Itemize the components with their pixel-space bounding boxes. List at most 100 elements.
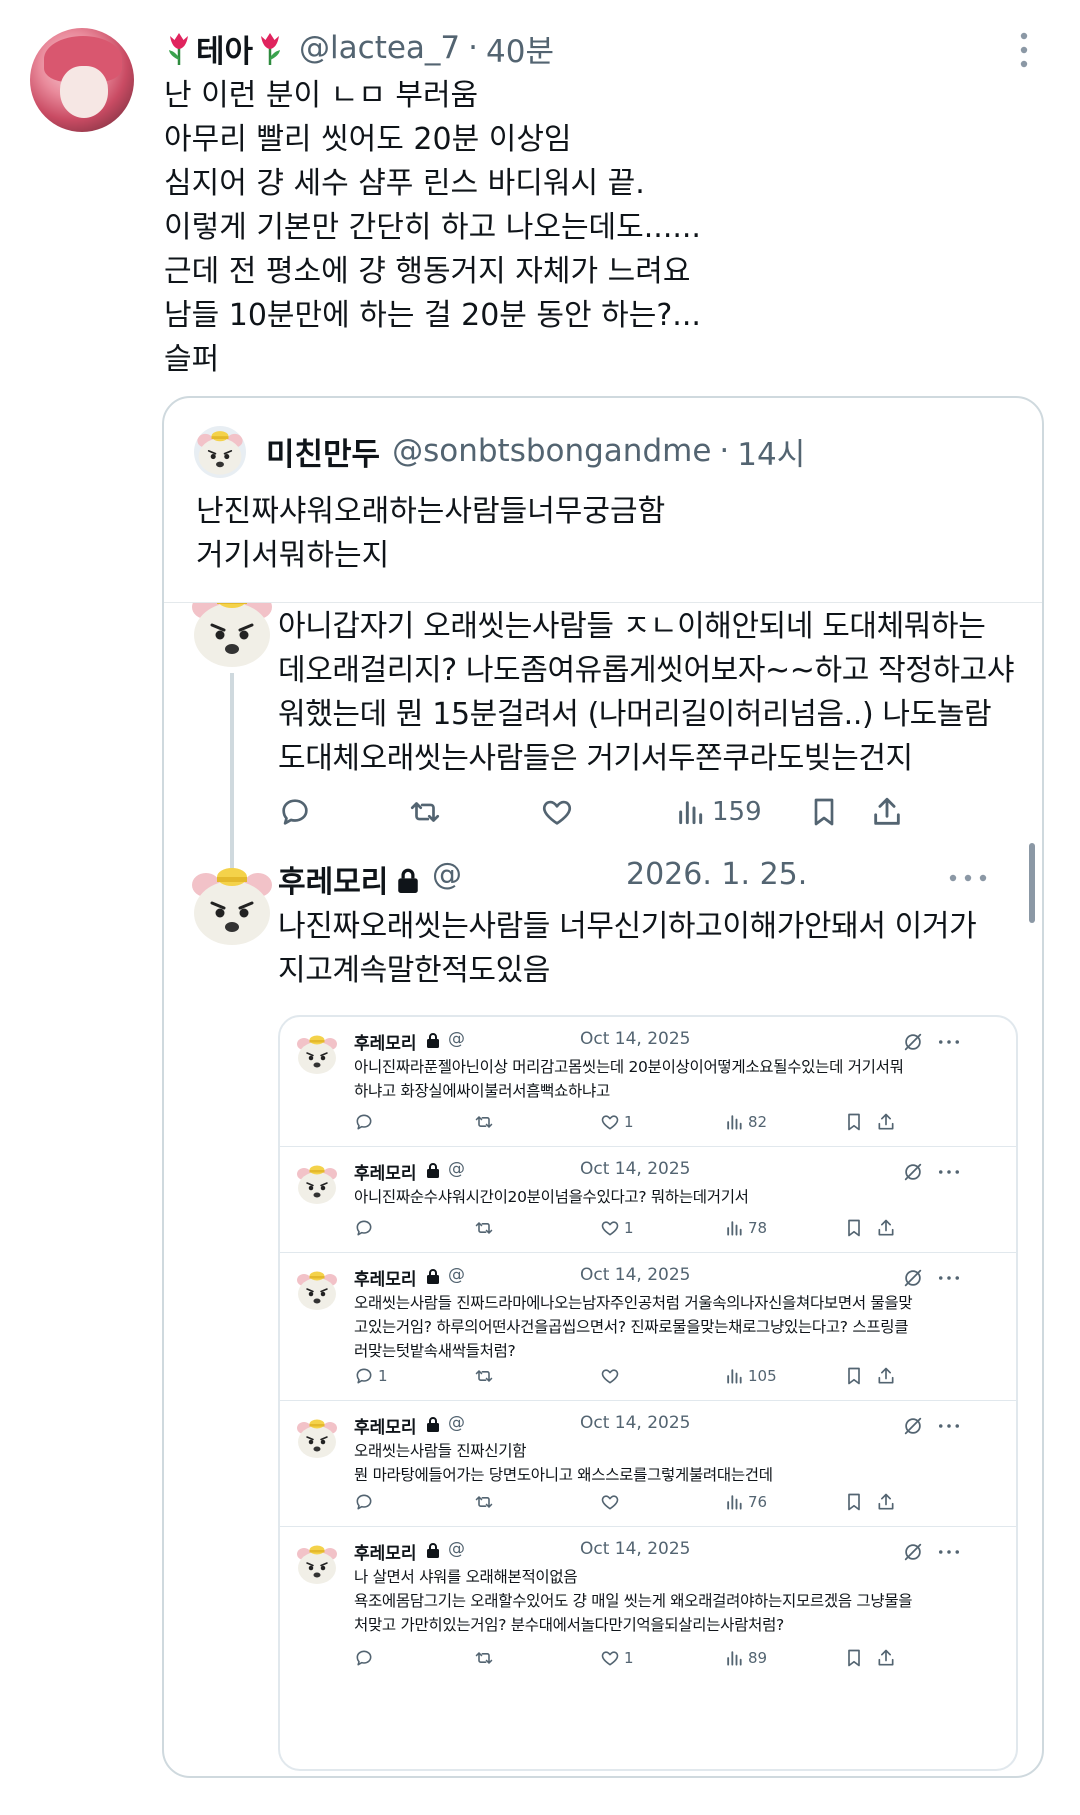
share-button[interactable] (876, 1489, 896, 1515)
more-icon[interactable] (938, 1423, 960, 1429)
lock-icon (426, 1162, 440, 1178)
more-icon[interactable] (938, 1169, 960, 1175)
like-button[interactable]: 1 (600, 1645, 634, 1671)
attached-image[interactable]: 아니갑자기 오래씻는사람들 ㅈㄴ이해안되네 도대체뭐하는 데오래걸리지? 나도좀… (164, 602, 1042, 1776)
timestamp[interactable]: Oct 14, 2025 (580, 1029, 691, 1049)
bear-avatar-icon[interactable] (294, 1415, 340, 1461)
user-handle[interactable]: @lactea_7 (299, 30, 460, 66)
grok-icon[interactable] (902, 1161, 924, 1183)
bookmark-button[interactable] (844, 1363, 864, 1389)
views-button[interactable]: 159 (674, 787, 762, 837)
tweet-text-line: 거기서뭐하는지 (196, 538, 390, 573)
retweet-button[interactable] (474, 1215, 494, 1241)
retweet-button[interactable] (474, 1109, 494, 1135)
user-handle[interactable]: @sonbtsbongandme (392, 433, 711, 469)
like-button[interactable] (600, 1363, 624, 1389)
bookmark-button[interactable] (844, 1215, 864, 1241)
reply-button[interactable] (354, 1109, 378, 1135)
more-icon[interactable] (938, 1275, 960, 1281)
avatar[interactable] (30, 28, 134, 132)
reply-button[interactable]: 1 (354, 1363, 388, 1389)
bookmark-button[interactable] (844, 1109, 864, 1135)
views-button[interactable]: 105 (724, 1363, 777, 1389)
share-button[interactable] (876, 1215, 896, 1241)
timestamp[interactable]: 14시 (737, 429, 805, 474)
user-handle[interactable]: @ (432, 857, 462, 892)
like-count: 1 (624, 1219, 634, 1237)
views-button[interactable]: 89 (724, 1645, 767, 1671)
display-name[interactable]: 후레모리 (354, 1159, 417, 1184)
grok-icon[interactable] (902, 1267, 924, 1289)
tweet-text-line: 지고계속말한적도있음 (278, 953, 550, 988)
bear-avatar-icon[interactable] (294, 1267, 340, 1313)
more-icon[interactable] (938, 1039, 960, 1045)
more-icon[interactable] (948, 873, 988, 883)
display-name[interactable]: 테아 (196, 26, 253, 71)
display-name[interactable]: 후레모리 (278, 857, 388, 901)
lock-icon (426, 1416, 440, 1432)
share-icon (876, 1492, 896, 1512)
like-button[interactable]: 1 (600, 1215, 634, 1241)
reply-button[interactable] (354, 1489, 378, 1515)
grok-icon[interactable] (902, 1541, 924, 1563)
user-handle[interactable]: @ (448, 1159, 465, 1179)
timestamp[interactable]: 40분 (486, 26, 554, 71)
more-icon[interactable] (1014, 30, 1034, 70)
like-button[interactable] (600, 1489, 624, 1515)
reply-button[interactable] (354, 1215, 378, 1241)
bookmark-icon (844, 1366, 864, 1386)
like-button[interactable] (540, 787, 574, 837)
quoted-tweet[interactable]: 미친만두 @sonbtsbongandme · 14시 난진짜샤워오래하는사람들… (162, 396, 1044, 1778)
nested-tweet[interactable]: 후레모리 @ Oct 14, 2025 오래씻는사람들 진짜신기함 뭔 마라탕에들어가는… (280, 1401, 1016, 1527)
user-handle[interactable]: @ (448, 1413, 465, 1433)
user-handle[interactable]: @ (448, 1029, 465, 1049)
share-button[interactable] (876, 1645, 896, 1671)
grok-icon[interactable] (902, 1415, 924, 1437)
avatar[interactable] (194, 426, 246, 478)
more-icon[interactable] (938, 1549, 960, 1555)
views-button[interactable]: 78 (724, 1215, 767, 1241)
retweet-button[interactable] (474, 1363, 494, 1389)
timestamp[interactable]: Oct 14, 2025 (580, 1159, 691, 1179)
bookmark-button[interactable] (808, 787, 840, 837)
display-name[interactable]: 후레모리 (354, 1413, 417, 1438)
bear-avatar-icon[interactable] (294, 1541, 340, 1587)
nested-tweet[interactable]: 후레모리 @ Oct 14, 2025 나 살면서 샤워를 오래해본적이없음 욕조에몸담… (280, 1527, 1016, 1683)
views-button[interactable]: 76 (724, 1489, 767, 1515)
views-icon (724, 1366, 744, 1386)
bookmark-button[interactable] (844, 1645, 864, 1671)
bookmark-icon (844, 1112, 864, 1132)
bear-avatar-icon[interactable] (294, 1031, 340, 1077)
like-button[interactable]: 1 (600, 1109, 634, 1135)
nested-tweet[interactable]: 후레모리 @ Oct 14, 2025 아니진짜라푼젤아닌이상 머리감고몸씻는데 20… (280, 1017, 1016, 1147)
reply-button[interactable] (354, 1645, 378, 1671)
timestamp[interactable]: Oct 14, 2025 (580, 1539, 691, 1559)
share-button[interactable] (876, 1109, 896, 1135)
scrollbar[interactable] (1029, 843, 1035, 923)
bear-avatar-icon[interactable] (294, 1161, 340, 1207)
nested-tweet[interactable]: 후레모리 @ Oct 14, 2025 오래씻는사람들 진짜드라마에나오는남자주인공처… (280, 1253, 1016, 1401)
user-handle[interactable]: @ (448, 1265, 465, 1285)
timestamp[interactable]: 2026. 1. 25. (626, 857, 807, 892)
share-button[interactable] (876, 1363, 896, 1389)
timestamp[interactable]: Oct 14, 2025 (580, 1265, 691, 1285)
grok-icon[interactable] (902, 1031, 924, 1053)
share-button[interactable] (870, 787, 904, 837)
user-handle[interactable]: @ (448, 1539, 465, 1559)
bookmark-button[interactable] (844, 1489, 864, 1515)
like-icon (600, 1648, 620, 1668)
views-button[interactable]: 82 (724, 1109, 767, 1135)
display-name[interactable]: 미친만두 (266, 429, 380, 474)
retweet-button[interactable] (474, 1645, 494, 1671)
reply-icon (354, 1218, 374, 1238)
tweet-text-line: 오래씻는사람들 진짜드라마에나오는남자주인공처럼 거울속의나자신을쳐다보면서 물… (354, 1294, 913, 1312)
display-name[interactable]: 후레모리 (354, 1029, 417, 1054)
quoted-tweet-header: 미친만두 @sonbtsbongandme · 14시 (266, 428, 805, 474)
timestamp[interactable]: Oct 14, 2025 (580, 1413, 691, 1433)
reply-button[interactable] (278, 787, 312, 837)
display-name[interactable]: 후레모리 (354, 1539, 417, 1564)
nested-tweet[interactable]: 후레모리 @ Oct 14, 2025 아니진짜순수샤워시간이20분이넘을수있다고? … (280, 1147, 1016, 1253)
display-name[interactable]: 후레모리 (354, 1265, 417, 1290)
retweet-button[interactable] (408, 787, 442, 837)
retweet-button[interactable] (474, 1489, 494, 1515)
